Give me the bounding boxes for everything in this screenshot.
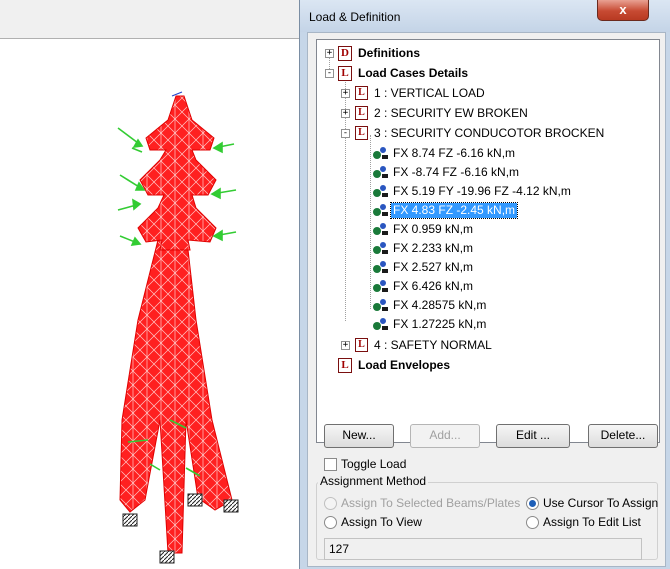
collapse-case-3-icon[interactable]: - <box>341 129 350 138</box>
load-item-icon <box>373 318 388 330</box>
support-mid <box>187 493 203 507</box>
assign-view-radio[interactable] <box>324 516 337 529</box>
definitions-badge-icon: D <box>338 45 352 61</box>
expand-case-1-icon[interactable]: + <box>341 89 350 98</box>
use-cursor-label: Use Cursor To Assign <box>543 496 659 510</box>
load-item[interactable]: FX 1.27225 kN,m <box>371 316 488 332</box>
assignment-method-label: Assignment Method <box>318 474 429 488</box>
tree-item-case-1[interactable]: L 1 : VERTICAL LOAD <box>355 85 487 101</box>
case-badge-icon: L <box>355 86 368 100</box>
tree-item-case-2[interactable]: L 2 : SECURITY EW BROKEN <box>355 105 530 121</box>
load-item-selected[interactable]: FX 4.83 FZ -2.45 kN,m <box>371 201 519 219</box>
load-item[interactable]: FX 5.19 FY -19.96 FZ -4.12 kN,m <box>371 183 573 199</box>
envelopes-badge-icon: L <box>338 357 352 373</box>
assign-edit-list-label: Assign To Edit List <box>543 515 641 529</box>
load-item[interactable]: FX 2.527 kN,m <box>371 259 475 275</box>
model-viewport[interactable] <box>0 0 300 569</box>
dialog-title: Load & Definition <box>309 10 401 24</box>
new-button[interactable]: New... <box>324 424 394 448</box>
load-item-icon <box>373 242 388 254</box>
tree-item-definitions[interactable]: D Definitions <box>338 45 422 61</box>
load-item-icon <box>373 223 388 235</box>
load-tree[interactable]: + D Definitions - L Load Cases Details +… <box>316 39 660 443</box>
tower-upper <box>137 95 217 251</box>
dialog-titlebar[interactable]: Load & Definition x <box>300 0 670 32</box>
tower-model[interactable] <box>0 0 300 569</box>
load-item-icon <box>373 280 388 292</box>
load-item-icon <box>373 147 388 159</box>
tree-item-case-4[interactable]: L 4 : SAFETY NORMAL <box>355 337 494 353</box>
load-cases-badge-icon: L <box>338 65 352 81</box>
tree-item-load-envelopes[interactable]: L Load Envelopes <box>338 357 452 373</box>
assign-edit-list-radio[interactable] <box>526 516 539 529</box>
support-bottom <box>159 550 175 564</box>
collapse-load-cases-icon[interactable]: - <box>325 69 334 78</box>
expand-case-4-icon[interactable]: + <box>341 341 350 350</box>
load-item-icon <box>373 299 388 311</box>
tree-item-case-3[interactable]: L 3 : SECURITY CONDUCOTOR BROCKEN <box>355 125 606 141</box>
expand-definitions-icon[interactable]: + <box>325 49 334 58</box>
load-item[interactable]: FX 6.426 kN,m <box>371 278 475 294</box>
tree-item-load-cases[interactable]: L Load Cases Details <box>338 65 470 81</box>
toggle-load-checkbox[interactable] <box>324 458 337 471</box>
assign-selected-radio[interactable] <box>324 497 337 510</box>
load-item[interactable]: FX 0.959 kN,m <box>371 221 475 237</box>
assignment-value-field[interactable]: 127 <box>324 538 642 560</box>
edit-button[interactable]: Edit ... <box>496 424 570 448</box>
load-item[interactable]: FX 4.28575 kN,m <box>371 297 488 313</box>
expand-case-2-icon[interactable]: + <box>341 109 350 118</box>
case-badge-icon: L <box>355 338 368 352</box>
assign-selected-label: Assign To Selected Beams/Plates <box>341 496 521 510</box>
load-item-icon <box>373 166 388 178</box>
case-badge-icon: L <box>355 106 368 120</box>
load-item[interactable]: FX 8.74 FZ -6.16 kN,m <box>371 145 517 161</box>
assign-view-label: Assign To View <box>341 515 422 529</box>
toggle-load-label: Toggle Load <box>341 457 407 471</box>
close-button[interactable]: x <box>597 0 649 21</box>
tower-body <box>119 231 233 554</box>
delete-button[interactable]: Delete... <box>588 424 658 448</box>
support-right <box>223 499 239 513</box>
case-badge-icon: L <box>355 126 368 140</box>
load-item-icon <box>373 185 388 197</box>
support-left <box>122 513 138 527</box>
load-definition-dialog: Load & Definition x + D Definitions - L … <box>299 0 670 569</box>
load-item-icon <box>373 261 388 273</box>
dialog-client: + D Definitions - L Load Cases Details +… <box>307 32 666 567</box>
load-item[interactable]: FX -8.74 FZ -6.16 kN,m <box>371 164 521 180</box>
use-cursor-radio[interactable] <box>526 497 539 510</box>
load-item-icon <box>373 204 388 216</box>
add-button[interactable]: Add... <box>410 424 480 448</box>
load-item[interactable]: FX 2.233 kN,m <box>371 240 475 256</box>
